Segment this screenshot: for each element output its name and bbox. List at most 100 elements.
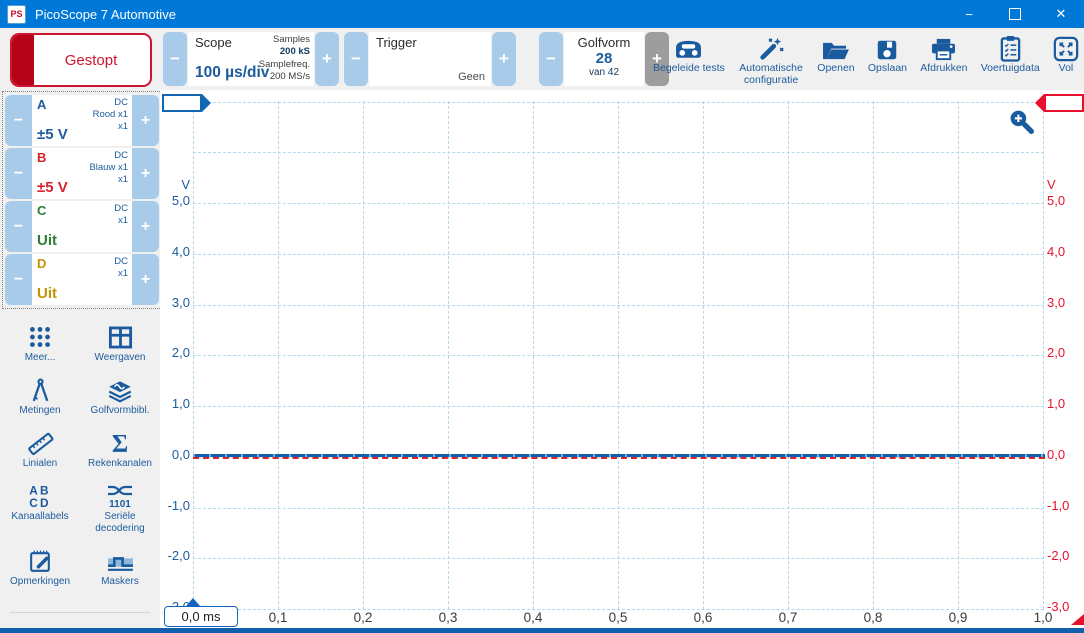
trigger-increase-button[interactable]: + [492, 32, 516, 86]
scope-widget-body[interactable]: Scope 100 µs/div Samples 200 kS Samplefr… [188, 32, 314, 86]
maximize-button[interactable] [992, 0, 1038, 28]
x-axis-label: 0,2 [341, 610, 385, 625]
x-axis-label: 0,7 [766, 610, 810, 625]
channel-d-increase-button[interactable]: + [132, 254, 159, 305]
guided-tests-label: Begeleide tests [653, 63, 725, 75]
trace-channel-b[interactable] [193, 457, 1045, 459]
y-axis-label-right: 3,0 [1047, 296, 1065, 309]
plot-area[interactable]: 5,05,04,04,03,03,02,02,01,01,00,00,0-1,0… [160, 90, 1084, 628]
print-button[interactable]: Afdrukken [917, 32, 970, 77]
samples-value: 200 kS [280, 46, 310, 57]
scope-increase-button[interactable]: + [315, 32, 339, 86]
channel-d-letter: D [37, 256, 46, 271]
channel-b-info: DC Blauw x1 x1 [89, 150, 128, 186]
channel-d-attenuation: x1 [114, 268, 128, 280]
channel-b-coupling: DC [89, 150, 128, 162]
channel-c-attenuation: x1 [114, 215, 128, 227]
time-origin-marker-icon[interactable] [186, 598, 200, 606]
samplerate-label: Samplefreq. [259, 59, 310, 70]
marker-tag-box [1044, 94, 1084, 112]
sidebar-item-waveform-library[interactable]: Golfvormbibl. [80, 375, 160, 417]
save-label: Opslaan [868, 63, 907, 75]
channel-d-info: DC x1 [114, 256, 128, 280]
sidebar-item-notes[interactable]: Opmerkingen [0, 546, 80, 588]
y-axis-label-right: 0,0 [1047, 448, 1065, 461]
stop-indicator-band [12, 35, 34, 85]
channel-d-body[interactable]: D DC x1 Uit [32, 254, 132, 305]
folder-open-icon [821, 34, 850, 62]
x-axis-label: 0,8 [851, 610, 895, 625]
close-button[interactable]: ✕ [1038, 0, 1084, 28]
auto-setup-label: Automatische configuratie [738, 63, 804, 86]
channel-a-axis-marker-tag[interactable] [162, 94, 202, 112]
floppy-disk-icon [875, 34, 899, 62]
right-edge-trigger-icon[interactable] [1071, 614, 1084, 625]
car-icon [672, 34, 705, 62]
zoom-magnifier-icon[interactable] [1008, 108, 1035, 140]
sidebar-item-masks[interactable]: Maskers [80, 546, 160, 588]
open-button[interactable]: Openen [814, 32, 857, 77]
sidebar-item-serial-decoding-label: Seriële decodering [80, 511, 160, 535]
sidebar-item-math-channels[interactable]: Σ Rekenkanalen [80, 428, 160, 470]
svg-text:CD: CD [29, 496, 50, 509]
channel-c-letter: C [37, 203, 46, 218]
guided-tests-button[interactable]: Begeleide tests [650, 32, 728, 77]
channel-c-body[interactable]: C DC x1 Uit [32, 201, 132, 252]
channel-b-increase-button[interactable]: + [132, 148, 159, 199]
sidebar-item-views[interactable]: Weergaven [80, 322, 160, 364]
svg-text:1101: 1101 [109, 499, 131, 509]
scope-decrease-button[interactable]: − [163, 32, 187, 86]
gridline-horizontal [193, 508, 1044, 509]
channel-c-increase-button[interactable]: + [132, 201, 159, 252]
fullscreen-button[interactable]: Vol [1050, 32, 1082, 77]
waveform-total-number: van 42 [589, 67, 619, 78]
channel-a-body[interactable]: A DC Rood x1 x1 ±5 V [32, 95, 132, 146]
gridline-horizontal [193, 254, 1044, 255]
channel-a-decrease-button[interactable]: − [5, 95, 32, 146]
channel-b-attenuation: x1 [89, 174, 128, 186]
channel-b-panel: − B DC Blauw x1 x1 ±5 V + [5, 148, 159, 199]
stop-start-button[interactable]: Gestopt [10, 33, 152, 87]
channel-b-decrease-button[interactable]: − [5, 148, 32, 199]
time-origin-label[interactable]: 0,0 ms [164, 606, 238, 627]
channel-b-axis-marker-tag[interactable] [1044, 94, 1084, 112]
save-button[interactable]: Opslaan [865, 32, 910, 77]
gridline-horizontal [193, 406, 1044, 407]
y-axis-label-left: 3,0 [160, 296, 190, 309]
gridline-horizontal [193, 102, 1044, 103]
waveform-nav-body[interactable]: Golfvorm 28 van 42 [564, 32, 644, 86]
maximize-icon [1009, 8, 1021, 20]
waveform-previous-button[interactable]: − [539, 32, 563, 86]
magic-wand-icon [758, 34, 784, 62]
channel-labels-icon: AB CD [26, 481, 54, 511]
sidebar-item-rulers[interactable]: Linialen [0, 428, 80, 470]
sidebar-item-measurements[interactable]: Metingen [0, 375, 80, 417]
compass-icon [28, 375, 53, 405]
waveform-library-icon [106, 375, 134, 405]
vehicle-data-button[interactable]: Voertuigdata [978, 32, 1043, 77]
channel-a-probe: Rood x1 [93, 109, 128, 121]
sidebar-item-notes-label: Opmerkingen [8, 576, 72, 588]
window-title: PicoScope 7 Automotive [35, 7, 176, 22]
trigger-decrease-button[interactable]: − [344, 32, 368, 86]
serial-decode-icon: 1101 [105, 481, 135, 511]
channel-d-decrease-button[interactable]: − [5, 254, 32, 305]
sidebar-item-channel-labels[interactable]: AB CD Kanaallabels [0, 481, 80, 535]
channel-b-body[interactable]: B DC Blauw x1 x1 ±5 V [32, 148, 132, 199]
y-axis-label-left: -1,0 [160, 499, 190, 512]
dots-grid-icon [27, 322, 53, 352]
auto-setup-button[interactable]: Automatische configuratie [735, 32, 807, 88]
channel-a-increase-button[interactable]: + [132, 95, 159, 146]
scope-display: 5,05,04,04,03,03,02,02,01,01,00,00,0-1,0… [160, 90, 1084, 628]
sidebar-item-more[interactable]: Meer... [0, 322, 80, 364]
views-grid-icon [107, 322, 134, 352]
y-axis-label-left: 5,0 [160, 194, 190, 207]
sidebar-item-more-label: Meer... [23, 352, 58, 364]
channel-c-decrease-button[interactable]: − [5, 201, 32, 252]
trigger-widget-body[interactable]: Trigger Geen [369, 32, 491, 86]
sidebar-item-serial-decoding[interactable]: 1101 Seriële decodering [80, 481, 160, 535]
minimize-button[interactable]: − [946, 0, 992, 28]
bottom-accent-bar [0, 628, 1084, 633]
toolbar-icon-buttons: Begeleide tests Automatische configurati… [650, 32, 1082, 88]
sidebar-tools: Meer... Weergaven Metingen [0, 322, 160, 588]
